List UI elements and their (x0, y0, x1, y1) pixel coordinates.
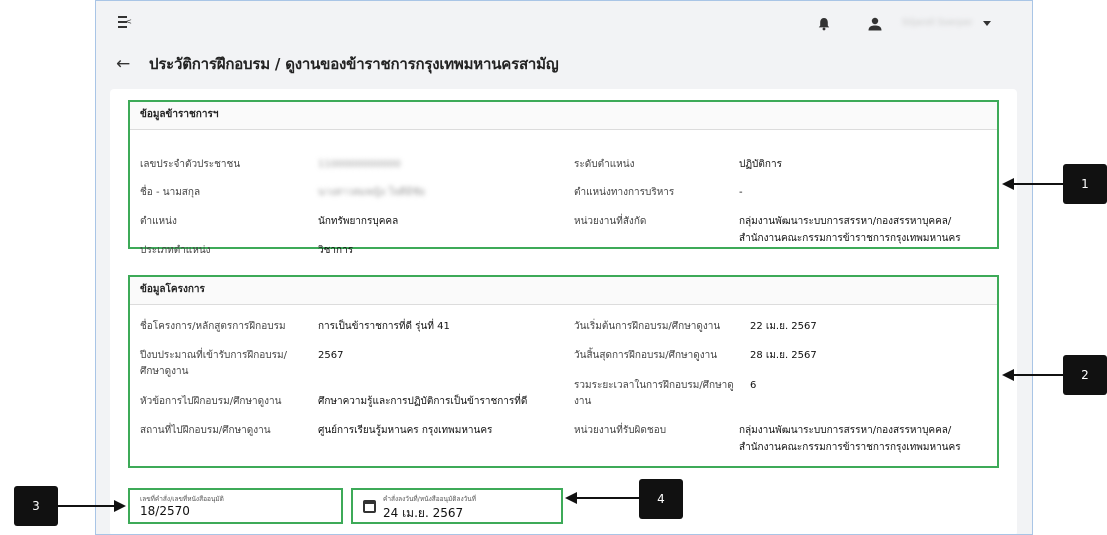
callout-1: 1 (1063, 164, 1107, 204)
budget-year-label-line2: ศึกษาดูงาน (140, 366, 189, 377)
callout-2-line (1012, 374, 1063, 376)
budget-year-label-line1: ปีงบประมาณที่เข้ารับการฝึกอบรม/ (140, 350, 287, 361)
callout-4: 4 (639, 479, 683, 519)
app-window: < Siljaroll Soerpen ← ประวัติการฝึกอบรม … (95, 0, 1033, 535)
menu-collapse-icon[interactable]: < (118, 16, 132, 30)
unit-value-line2: สำนักงานคณะกรรมการข้าราชการกรุงเทพมหานคร (739, 233, 961, 244)
duration-value: 6 (750, 380, 757, 391)
end-date-label: วันสิ้นสุดการฝึกอบรม/ศึกษาดูงาน (574, 350, 718, 361)
bell-icon[interactable] (817, 17, 831, 31)
name-label: ชื่อ - นามสกุล (140, 187, 201, 198)
admin-position-value: - (739, 187, 743, 198)
order-number-field[interactable]: เลขที่คำสั่ง/เลขที่หนังสืออนุมัติ 18/257… (128, 488, 343, 524)
order-date-field[interactable]: คำสั่งลงวันที่/หนังสืออนุมัติลงวันที่ 24… (351, 488, 563, 524)
callout-3-arrowhead (114, 500, 126, 512)
callout-2: 2 (1063, 355, 1107, 395)
end-date-value: 28 เม.ย. 2567 (750, 350, 817, 361)
project-name-value: การเป็นข้าราชการที่ดี รุ่นที่ 41 (318, 321, 450, 332)
responsible-unit-value-line1: กลุ่มงานพัฒนาระบบการสรรหา/กองสรรหาบุคคล/ (739, 425, 952, 436)
callout-3: 3 (14, 486, 58, 526)
chevron-down-icon[interactable] (983, 21, 991, 26)
start-date-value: 22 เม.ย. 2567 (750, 321, 817, 332)
topic-value: ศึกษาความรู้และการปฏิบัติการเป็นข้าราชกา… (318, 396, 528, 407)
id-value: 1100000000000 (318, 159, 401, 170)
type-label: ประเภทตำแหน่ง (140, 245, 211, 256)
top-bar: < Siljaroll Soerpen (96, 1, 1032, 45)
order-number-label: เลขที่คำสั่ง/เลขที่หนังสืออนุมัติ (140, 495, 224, 503)
order-date-label: คำสั่งลงวันที่/หนังสืออนุมัติลงวันที่ (383, 495, 477, 503)
responsible-unit-value-line2: สำนักงานคณะกรรมการข้าราชการกรุงเทพมหานคร (739, 442, 961, 453)
duration-label-line1: รวมระยะเวลาในการฝึกอบรม/ศึกษาดู (574, 380, 734, 391)
calendar-icon[interactable] (363, 500, 376, 513)
responsible-unit-label: หน่วยงานที่รับผิดชอบ (574, 425, 667, 436)
user-icon[interactable] (867, 17, 883, 31)
name-value: นางสาวสมหญิง ใจดีมีชัย (318, 187, 426, 198)
place-value: ศูนย์การเรียนรู้มหานคร กรุงเทพมหานคร (318, 425, 493, 436)
content-card: ข้อมูลข้าราชการฯ เลขประจำตัวประชาชน 1100… (110, 89, 1017, 534)
page-title: ประวัติการฝึกอบรม / ดูงานของข้าราชการกรุ… (149, 55, 559, 73)
unit-value-line1: กลุ่มงานพัฒนาระบบการสรรหา/กองสรรหาบุคคล/ (739, 216, 952, 227)
level-label: ระดับตำแหน่ง (574, 159, 635, 170)
topic-label: หัวข้อการไปฝึกอบรม/ศึกษาดูงาน (140, 396, 282, 407)
project-section-title: ข้อมูลโครงการ (130, 277, 997, 305)
start-date-label: วันเริ่มต้นการฝึกอบรม/ศึกษาดูงาน (574, 321, 721, 332)
budget-year-value: 2567 (318, 350, 344, 361)
user-name[interactable]: Siljaroll Soerpen (902, 18, 972, 28)
callout-4-line (575, 497, 639, 499)
project-info-section: ข้อมูลโครงการ ชื่อโครงการ/หลักสูตรการฝึก… (128, 275, 999, 468)
position-label: ตำแหน่ง (140, 216, 177, 227)
type-value: วิชาการ (318, 245, 354, 256)
callout-3-line (58, 505, 116, 507)
callout-1-line (1012, 183, 1063, 185)
level-value: ปฏิบัติการ (739, 159, 782, 170)
project-name-label: ชื่อโครงการ/หลักสูตรการฝึกอบรม (140, 321, 286, 332)
order-number-value[interactable]: 18/2570 (140, 504, 190, 518)
id-label: เลขประจำตัวประชาชน (140, 159, 241, 170)
position-value: นักทรัพยากรบุคคล (318, 216, 399, 227)
duration-label-line2: งาน (574, 396, 592, 407)
admin-position-label: ตำแหน่งทางการบริหาร (574, 187, 675, 198)
officer-info-section: ข้อมูลข้าราชการฯ เลขประจำตัวประชาชน 1100… (128, 100, 999, 256)
page-header: ← ประวัติการฝึกอบรม / ดูงานของข้าราชการก… (116, 53, 559, 75)
back-arrow-icon[interactable]: ← (116, 54, 136, 74)
order-date-value[interactable]: 24 เม.ย. 2567 (383, 504, 463, 523)
officer-section-title: ข้อมูลข้าราชการฯ (130, 102, 997, 130)
unit-label: หน่วยงานที่สังกัด (574, 216, 647, 227)
place-label: สถานที่ไปฝึกอบรม/ศึกษาดูงาน (140, 425, 271, 436)
